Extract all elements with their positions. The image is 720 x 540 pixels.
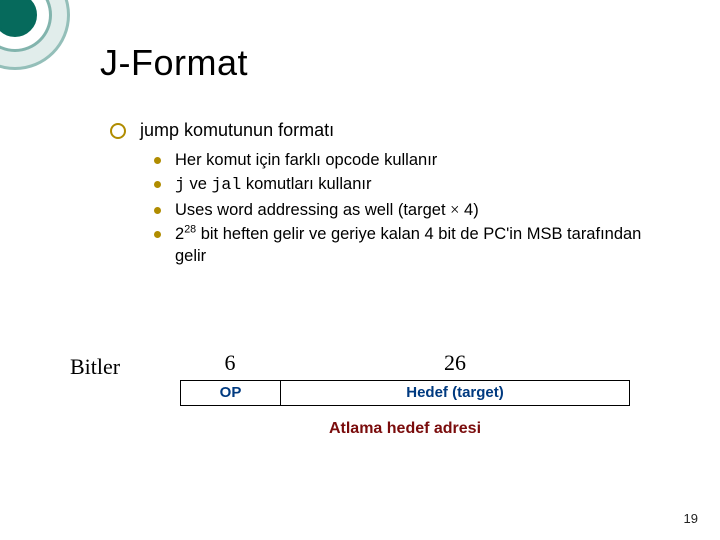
dot-icon bbox=[154, 157, 161, 164]
bullet-level1: jump komutunun formatı bbox=[110, 120, 670, 141]
page-number: 19 bbox=[684, 511, 698, 526]
superscript-28: 28 bbox=[184, 223, 196, 235]
bullet-level2: Her komut için farklı opcode kullanır bbox=[154, 149, 670, 171]
dot-icon bbox=[154, 181, 161, 188]
field-boxes: OP Hedef (target) bbox=[180, 380, 630, 406]
slide: J-Format jump komutunun formatı Her komu… bbox=[0, 0, 720, 540]
sub-d: 228 bit heften gelir ve geriye kalan 4 b… bbox=[175, 223, 670, 268]
sub-c: Uses word addressing as well (target × 4… bbox=[175, 199, 670, 221]
bullet-level2: Uses word addressing as well (target × 4… bbox=[154, 199, 670, 221]
bits-label: Bitler bbox=[70, 354, 120, 380]
bits-26: 26 bbox=[280, 350, 630, 376]
bullet-level2: 228 bit heften gelir ve geriye kalan 4 b… bbox=[154, 223, 670, 268]
diagram-caption: Atlama hedef adresi bbox=[180, 420, 630, 438]
bullet-level2: j ve jal komutları kullanır bbox=[154, 173, 670, 196]
bit-widths-row: 6 26 bbox=[180, 350, 630, 376]
lvl1-text: jump komutunun formatı bbox=[140, 120, 670, 141]
code-j: j bbox=[175, 175, 185, 194]
sub-b: j ve jal komutları kullanır bbox=[175, 173, 670, 196]
field-op: OP bbox=[180, 380, 280, 406]
sub-a: Her komut için farklı opcode kullanır bbox=[175, 149, 670, 171]
dot-icon bbox=[154, 231, 161, 238]
dot-icon bbox=[154, 207, 161, 214]
field-target: Hedef (target) bbox=[280, 380, 630, 406]
slide-body: jump komutunun formatı Her komut için fa… bbox=[110, 120, 670, 269]
bits-6: 6 bbox=[180, 350, 280, 376]
hollow-circle-icon bbox=[110, 123, 126, 139]
slide-title: J-Format bbox=[100, 42, 248, 84]
code-jal: jal bbox=[212, 175, 242, 194]
